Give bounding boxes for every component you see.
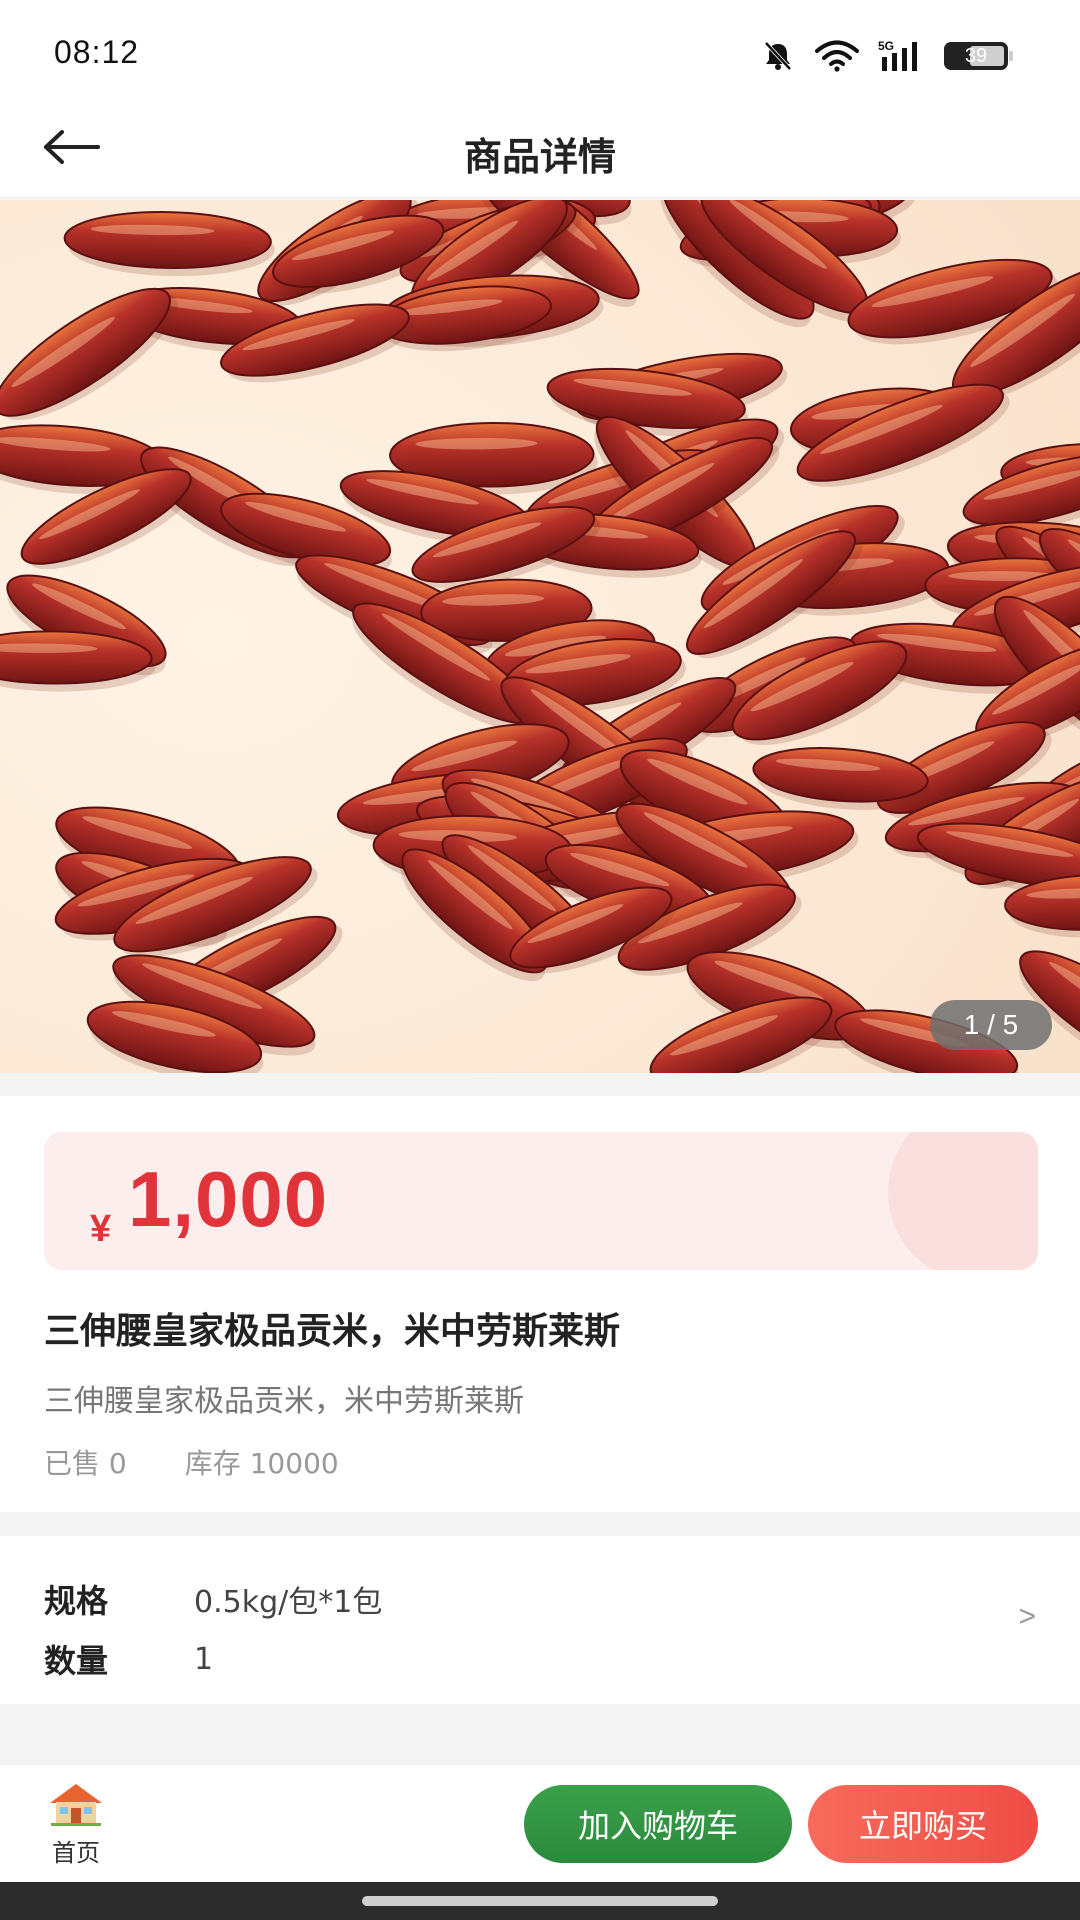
spec-value: 0.5kg/包*1包 (194, 1585, 383, 1620)
bell-muted-icon (760, 40, 796, 72)
home-indicator[interactable] (362, 1896, 718, 1906)
home-button[interactable]: 首页 (44, 1781, 108, 1871)
system-nav-bar (0, 1882, 1080, 1920)
status-time: 08:12 (54, 34, 140, 70)
status-icons: 5G 39 (760, 36, 1013, 76)
signal-5g-icon: 5G (878, 39, 926, 73)
spec-label: 规格 (44, 1582, 109, 1620)
spec-selector[interactable]: 规格 0.5kg/包*1包 数量 1 > (0, 1536, 1080, 1704)
product-image[interactable] (0, 200, 1080, 1073)
quantity-row: 数量 1 (44, 1636, 213, 1682)
currency-symbol: ¥ (90, 1208, 112, 1250)
quantity-value: 1 (194, 1641, 214, 1677)
product-subtitle: 三伸腰皇家极品贡米，米中劳斯莱斯 (44, 1384, 524, 1419)
status-bar: 08:12 5G 39 (0, 0, 1080, 100)
stock-count: 库存 10000 (184, 1447, 339, 1480)
buy-now-button[interactable]: 立即购买 (808, 1785, 1038, 1863)
page-title: 商品详情 (463, 135, 616, 179)
sold-count: 已售 0 (44, 1447, 127, 1480)
add-to-cart-button[interactable]: 加入购物车 (524, 1785, 792, 1863)
house-icon (47, 1784, 105, 1831)
chevron-right-icon: > (1018, 1600, 1036, 1633)
wifi-icon (814, 40, 860, 72)
product-title: 三伸腰皇家极品贡米，米中劳斯莱斯 (44, 1311, 621, 1352)
price-box: ¥ 1,000 (44, 1132, 1038, 1270)
sales-row: 已售 0 库存 10000 (44, 1442, 339, 1482)
price-value: 1,000 (128, 1155, 329, 1243)
home-label: 首页 (52, 1839, 100, 1867)
quantity-label: 数量 (44, 1642, 109, 1680)
product-info-card: ¥ 1,000 三伸腰皇家极品贡米，米中劳斯莱斯 三伸腰皇家极品贡米，米中劳斯莱… (0, 1096, 1080, 1512)
battery-level: 39 (964, 44, 988, 67)
image-counter: 1 / 5 (930, 1000, 1052, 1050)
spec-row: 规格 0.5kg/包*1包 (44, 1576, 382, 1622)
network-type: 5G (878, 39, 894, 53)
bottom-action-bar: 首页 加入购物车 立即购买 (0, 1764, 1080, 1882)
header: 商品详情 (0, 100, 1080, 198)
battery-icon: 39 (944, 42, 1013, 70)
